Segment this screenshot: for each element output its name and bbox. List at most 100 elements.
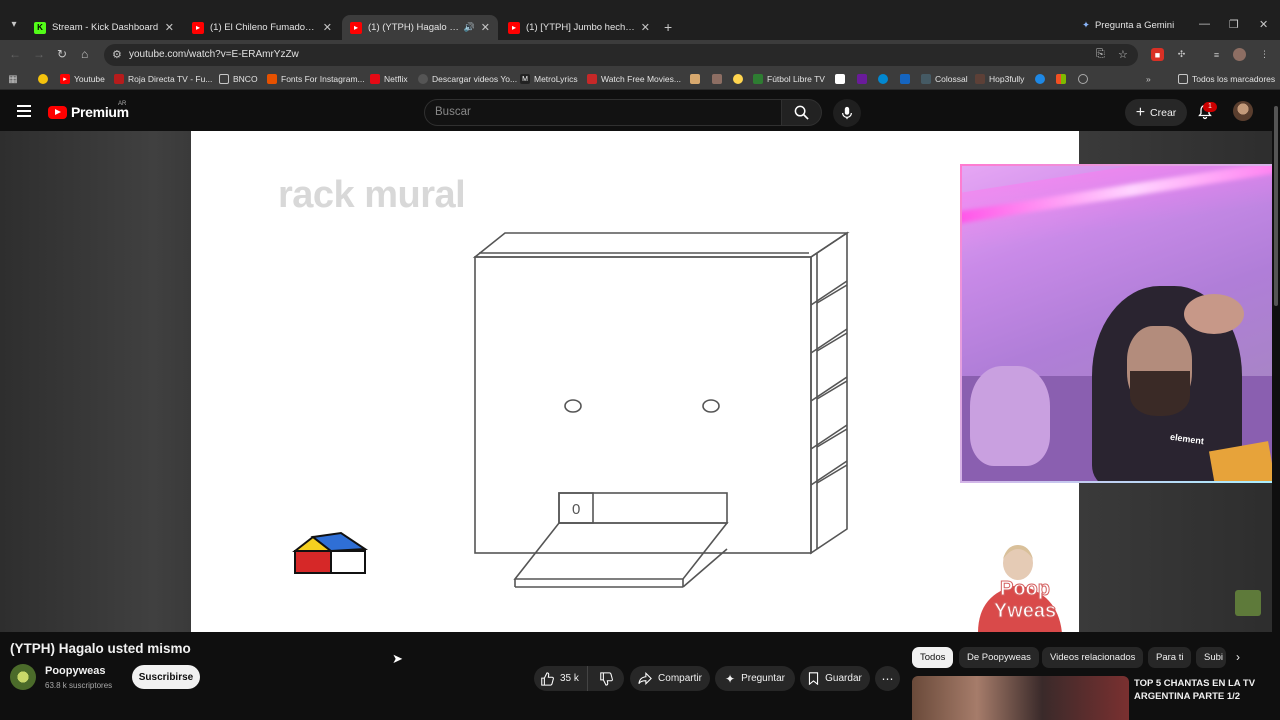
bookmark-microsoft-icon[interactable] [1056,74,1066,84]
subscriber-count: 63.8 k suscriptores [45,681,113,690]
browser-menu-icon[interactable]: ⋮ [1258,48,1271,61]
recommendation-thumbnail[interactable] [912,676,1129,720]
restore-icon[interactable]: ❐ [1229,18,1239,31]
chip-todos[interactable]: Todos [912,647,954,668]
share-arrow-icon [638,672,652,685]
tab-title: (1) El Chileno Fumado - Más en [210,22,317,33]
voice-search-button[interactable] [833,99,861,127]
tab-jumbo-hecho[interactable]: ▸ (1) [YTPH] Jumbo hecho sas - Y ✕ [500,15,658,40]
folder-icon [1178,74,1188,84]
address-bar[interactable]: ⚙ youtube.com/watch?v=E-ERAmrYzZw ⎘ ☆ [104,44,1138,66]
extensions-puzzle-icon[interactable]: ✣ [1175,48,1188,61]
share-button[interactable]: Compartir [630,666,710,691]
bookmark-netflix[interactable]: Netflix [370,74,408,84]
reload-icon[interactable]: ↻ [57,47,67,61]
new-tab-plus-icon[interactable]: + [664,19,672,35]
subscribe-button[interactable]: Suscribirse [132,665,200,689]
page-scrollbar[interactable] [1272,96,1280,720]
like-dislike-group: 35 k [534,666,624,691]
scrollbar-thumb[interactable] [1274,106,1278,306]
gemini-button[interactable]: ✦ Pregunta a Gemini [1082,20,1174,31]
bookmark-metrolyrics[interactable]: M MetroLyrics [520,74,578,84]
tab-chileno-fumado[interactable]: ▸ (1) El Chileno Fumado - Más en ✕ [184,15,340,40]
close-tab-icon[interactable]: ✕ [481,21,490,34]
bookmark-misc-icon[interactable] [878,74,888,84]
bookmark-roja-directa[interactable]: Roja Directa TV - Fu... [114,74,212,84]
streamer-arm [1184,294,1244,334]
channel-name[interactable]: Poopyweas [45,665,106,677]
bookmark-youtube[interactable]: ▸ Youtube [60,74,105,84]
tab-hagalo-usted-mismo[interactable]: ▸ (1) (YTPH) Hagalo usted mi 🔊 ✕ [342,15,498,40]
window-close-icon[interactable]: ✕ [1259,18,1268,31]
profile-avatar-icon[interactable] [1233,48,1246,61]
folder-icon [219,74,229,84]
video-player[interactable]: rack mural 0 Poop Yweas element [0,131,1280,632]
channel-avatar[interactable] [10,664,36,690]
speaker-icon[interactable]: 🔊 [464,22,475,33]
back-arrow-icon[interactable]: ← [9,47,21,61]
search-placeholder: Buscar [435,106,471,118]
bookmark-descargar-videos[interactable]: Descargar videos Yo... [418,74,517,84]
bookmark-star-icon[interactable]: ☆ [1118,48,1128,61]
chip-subidos[interactable]: Subi [1196,647,1226,668]
video-text-rack-mural: rack mural [278,174,466,216]
bookmark-misc-icon[interactable] [1035,74,1045,84]
bookmark-emoji[interactable] [38,74,48,84]
chevron-right-icon[interactable]: › [1236,650,1240,664]
save-label: Guardar [825,673,862,684]
more-bookmarks-chevron-icon[interactable]: » [1146,74,1151,84]
bookmark-misc-icon[interactable] [835,74,845,84]
video-frame[interactable]: rack mural 0 Poop Yweas [191,131,1079,632]
channel-watermark-avatar[interactable] [1235,590,1261,616]
bookmark-colossal[interactable]: Colossal [921,74,968,84]
search-button[interactable] [782,99,822,126]
ask-label: Preguntar [741,673,785,684]
chip-para-ti[interactable]: Para ti [1148,647,1192,668]
hamburger-menu-icon[interactable] [17,105,31,117]
more-actions-icon[interactable]: ⋯ [875,666,900,691]
like-button[interactable]: 35 k [534,666,588,691]
create-button[interactable]: + Crear [1125,99,1187,126]
roja-icon [114,74,124,84]
metrolyrics-icon: M [520,74,530,84]
site-info-icon[interactable]: ⚙ [112,48,122,61]
bookmark-hop3fully[interactable]: Hop3fully [975,74,1024,84]
wall-rack-drawing: 0 [472,231,850,588]
bookmark-misc-icon[interactable] [712,74,722,84]
apps-grid-icon[interactable]: ▦ [8,74,18,85]
youtube-premium-logo[interactable]: Premium AR [48,101,129,120]
bookmark-misc-icon[interactable] [733,74,743,84]
bookmark-futbol-libre[interactable]: Fútbol Libre TV [753,74,825,84]
chip-de-poopyweas[interactable]: De Poopyweas [959,647,1039,668]
ask-button[interactable]: ✦ Preguntar [715,666,795,691]
account-avatar[interactable] [1233,101,1253,121]
microphone-icon [842,106,852,120]
save-button[interactable]: Guardar [800,666,870,691]
close-tab-icon[interactable]: ✕ [641,21,650,34]
all-bookmarks-folder[interactable]: Todos los marcadores [1178,74,1275,84]
bookmark-globe-icon[interactable] [1078,74,1088,84]
tab-kick-dashboard[interactable]: K Stream - Kick Dashboard ✕ [26,15,182,40]
forward-arrow-icon[interactable]: → [33,47,45,61]
search-input[interactable]: Buscar [424,99,782,126]
dislike-button[interactable] [588,671,624,686]
bookmark-misc-icon[interactable] [690,74,700,84]
sparkle-icon: ✦ [725,671,736,686]
close-tab-icon[interactable]: ✕ [165,21,174,34]
minimize-icon[interactable]: — [1199,18,1210,30]
bookmark-bnco[interactable]: BNCO [219,74,258,84]
media-control-icon[interactable]: ≡ [1210,48,1223,61]
bookmark-watch-free-movies[interactable]: Watch Free Movies... [587,74,681,84]
chip-videos-relacionados[interactable]: Videos relacionados [1042,647,1144,668]
extension-red-icon[interactable]: ■ [1151,48,1164,61]
install-app-icon[interactable]: ⎘ [1096,48,1105,61]
bookmark-fonts-instagram[interactable]: Fonts For Instagram... [267,74,365,84]
bookmark-yahoo-icon[interactable] [857,74,867,84]
close-tab-icon[interactable]: ✕ [323,21,332,34]
house-logo-icon [292,531,369,574]
recommendation-title[interactable]: TOP 5 CHANTAS EN LA TV ARGENTINA PARTE 1… [1134,677,1264,703]
youtube-icon: ▸ [192,21,204,34]
tab-search-chevron-icon[interactable]: ▾ [6,17,22,33]
home-icon[interactable]: ⌂ [81,47,88,61]
bookmark-misc-icon[interactable] [900,74,910,84]
